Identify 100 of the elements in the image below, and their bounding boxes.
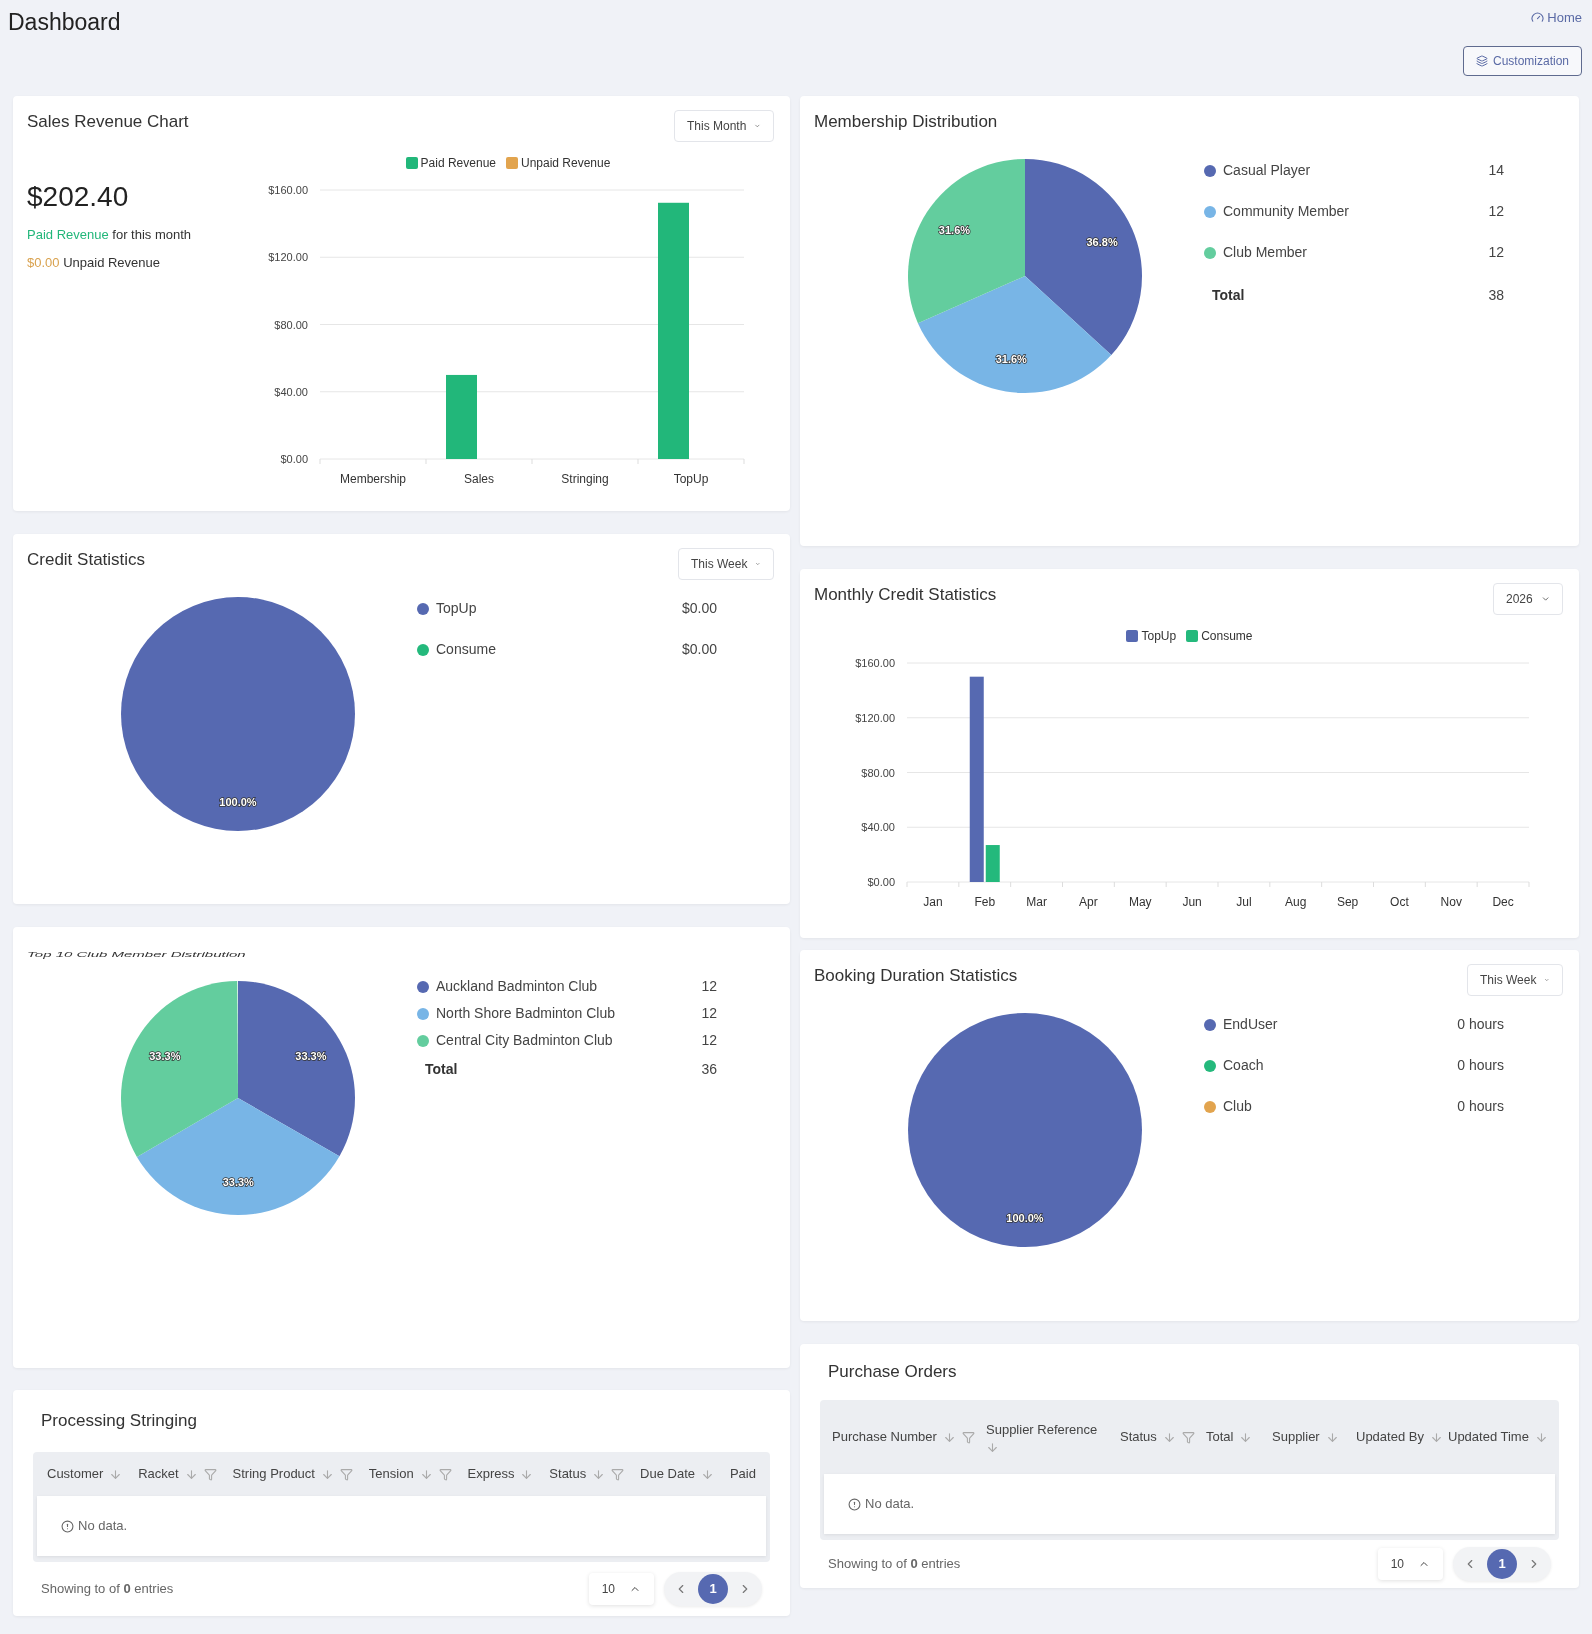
legend-label: TopUp bbox=[436, 599, 477, 618]
card-title: Purchase Orders bbox=[828, 1361, 957, 1384]
page-size-select[interactable]: 10 bbox=[588, 1573, 654, 1605]
axis-tick-label: $120.00 bbox=[268, 251, 308, 264]
slice-label: 31.6% bbox=[995, 353, 1027, 366]
slice-label: 31.6% bbox=[938, 223, 971, 236]
sort-icon[interactable] bbox=[1239, 1430, 1253, 1444]
axis-tick-label: $0.00 bbox=[867, 876, 895, 888]
slice-label: 100.0% bbox=[1006, 1211, 1044, 1224]
column-header: String Product bbox=[232, 1464, 353, 1484]
axis-category-label: TopUp bbox=[673, 472, 709, 486]
legend-label: TopUp bbox=[1141, 628, 1177, 645]
sort-icon[interactable] bbox=[1534, 1430, 1548, 1444]
filter-icon[interactable] bbox=[203, 1467, 217, 1481]
legend-label: Community Member bbox=[1223, 202, 1350, 221]
column-header: Racket bbox=[138, 1464, 217, 1484]
axis-category-label: May bbox=[1128, 895, 1152, 909]
sort-icon[interactable] bbox=[320, 1467, 334, 1481]
sort-icon[interactable] bbox=[701, 1467, 714, 1481]
sort-icon[interactable] bbox=[592, 1467, 606, 1481]
sort-icon[interactable] bbox=[986, 1441, 999, 1455]
card-title: Membership Distribution bbox=[814, 111, 998, 133]
axis-category-label: Membership bbox=[340, 472, 406, 486]
slice-label: 100.0% bbox=[219, 795, 257, 808]
sort-icon[interactable] bbox=[109, 1467, 123, 1481]
period-dropdown[interactable]: This Week bbox=[1467, 964, 1563, 996]
legend-label: Casual Player bbox=[1223, 161, 1311, 180]
customization-button[interactable]: Customization bbox=[1462, 45, 1582, 76]
legend-label: Central City Badminton Club bbox=[436, 1031, 613, 1050]
empty-message: No data. bbox=[78, 1517, 128, 1536]
legend-label: North Shore Badminton Club bbox=[436, 1004, 615, 1023]
axis-tick-label: $40.00 bbox=[861, 821, 895, 834]
page-size-select[interactable]: 10 bbox=[1377, 1548, 1443, 1580]
axis-tick-label: $80.00 bbox=[861, 766, 895, 779]
axis-tick-label: $120.00 bbox=[855, 711, 895, 724]
axis-category-label: Oct bbox=[1390, 895, 1409, 909]
card-title: Monthly Credit Statistics bbox=[814, 584, 997, 606]
column-header: Status bbox=[1120, 1427, 1202, 1447]
paid-revenue-caption: Paid Revenue for this month bbox=[27, 226, 193, 244]
legend-label: Auckland Badminton Club bbox=[436, 977, 598, 996]
column-header: Paid bbox=[729, 1465, 756, 1484]
axis-category-label: Nov bbox=[1440, 895, 1462, 909]
legend-value: 12 bbox=[1488, 243, 1504, 262]
legend-label: EndUser bbox=[1223, 1015, 1278, 1034]
sort-icon[interactable] bbox=[184, 1467, 198, 1481]
entries-summary: Showing to of 0 entries bbox=[41, 1580, 174, 1599]
axis-category-label: Stringing bbox=[561, 472, 609, 486]
home-link[interactable]: Home bbox=[1531, 8, 1582, 28]
legend-label: Consume bbox=[436, 640, 496, 659]
legend-value: $0.00 bbox=[681, 599, 717, 618]
axis-tick-label: $40.00 bbox=[274, 385, 308, 398]
sort-icon[interactable] bbox=[1429, 1430, 1443, 1444]
layers-icon bbox=[1475, 54, 1488, 67]
column-header: Supplier Reference bbox=[986, 1419, 1116, 1455]
card-title: Credit Statistics bbox=[27, 549, 146, 571]
dashboard-icon bbox=[1531, 11, 1545, 25]
legend-label: Unpaid Revenue bbox=[521, 155, 611, 172]
legend-value: 12 bbox=[701, 1031, 717, 1050]
period-dropdown[interactable]: 2026 bbox=[1493, 583, 1563, 615]
page-button[interactable]: 1 bbox=[698, 1574, 728, 1604]
axis-category-label: Mar bbox=[1026, 895, 1047, 909]
legend-value: 14 bbox=[1488, 161, 1504, 180]
page-button[interactable]: 1 bbox=[1487, 1549, 1517, 1579]
card-title: Booking Duration Statistics bbox=[814, 965, 1018, 987]
period-dropdown[interactable]: This Month bbox=[674, 110, 774, 142]
legend-value: 0 hours bbox=[1457, 1097, 1504, 1116]
column-header: Updated By bbox=[1356, 1427, 1444, 1447]
filter-icon[interactable] bbox=[1181, 1430, 1195, 1444]
slice-label: 33.3% bbox=[149, 1050, 181, 1063]
slice-label: 33.3% bbox=[295, 1049, 327, 1062]
filter-icon[interactable] bbox=[961, 1430, 975, 1444]
legend-label: Paid Revenue bbox=[420, 155, 496, 172]
column-header: Express bbox=[467, 1464, 534, 1484]
axis-tick-label: $0.00 bbox=[280, 453, 308, 465]
legend-value: 0 hours bbox=[1457, 1015, 1504, 1034]
axis-category-label: Jun bbox=[1182, 895, 1202, 909]
page-title: Dashboard bbox=[8, 8, 121, 37]
sort-icon[interactable] bbox=[942, 1430, 956, 1444]
legend-label: Coach bbox=[1223, 1056, 1264, 1075]
filter-icon[interactable] bbox=[339, 1467, 353, 1481]
slice-label: 33.3% bbox=[222, 1176, 254, 1189]
entries-summary: Showing to of 0 entries bbox=[828, 1555, 961, 1574]
column-header: Updated Time bbox=[1448, 1427, 1548, 1447]
legend-value: 12 bbox=[701, 1004, 717, 1023]
sort-icon[interactable] bbox=[1325, 1430, 1339, 1444]
sort-icon[interactable] bbox=[520, 1467, 534, 1481]
sort-icon[interactable] bbox=[1162, 1430, 1176, 1444]
info-icon bbox=[61, 1519, 74, 1533]
info-icon bbox=[848, 1497, 861, 1511]
filter-icon[interactable] bbox=[438, 1467, 452, 1481]
legend-value: 12 bbox=[1488, 202, 1504, 221]
sort-icon[interactable] bbox=[419, 1467, 433, 1481]
axis-tick-label: $160.00 bbox=[268, 184, 308, 196]
period-dropdown[interactable]: This Week bbox=[678, 548, 774, 580]
axis-category-label: Sep bbox=[1336, 895, 1359, 909]
empty-message: No data. bbox=[865, 1495, 915, 1514]
filter-icon[interactable] bbox=[611, 1467, 625, 1481]
legend-label: Club bbox=[1223, 1097, 1252, 1116]
axis-category-label: Jan bbox=[923, 895, 943, 909]
total-label: Total bbox=[425, 1060, 458, 1079]
